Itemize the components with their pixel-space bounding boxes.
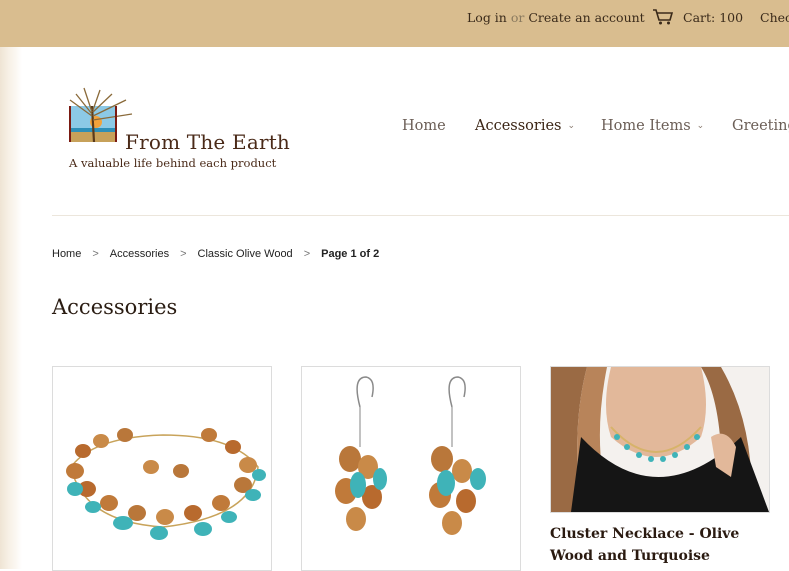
nav-item-home[interactable]: Home bbox=[402, 118, 446, 134]
breadcrumb-separator: > bbox=[92, 248, 99, 260]
or-text: or bbox=[510, 10, 525, 25]
breadcrumb-separator: > bbox=[303, 248, 311, 260]
product-card-bracelet[interactable] bbox=[52, 366, 272, 571]
breadcrumb-accessories[interactable]: Accessories bbox=[110, 248, 169, 260]
cart-icon[interactable] bbox=[652, 8, 674, 26]
top-bar: Log in or Create an account Cart: 100 Ch… bbox=[0, 0, 789, 47]
breadcrumb-page-indicator: Page 1 of 2 bbox=[321, 248, 380, 260]
breadcrumb-separator: > bbox=[180, 248, 187, 260]
cart-link[interactable]: Cart: 100 bbox=[683, 10, 743, 25]
breadcrumb: Home > Accessories > Classic Olive Wood > Page… bbox=[52, 248, 379, 260]
earrings-image[interactable] bbox=[302, 367, 520, 570]
nav-item-greeting[interactable]: Greeting bbox=[732, 118, 789, 134]
nav-item-accessories[interactable]: Accessories ⌄ bbox=[475, 118, 575, 134]
nav-item-label: Home Items bbox=[601, 118, 691, 134]
nav-item-home-items[interactable]: Home Items ⌄ bbox=[601, 118, 704, 134]
chevron-down-icon: ⌄ bbox=[567, 121, 576, 131]
chevron-down-icon: ⌄ bbox=[696, 121, 705, 131]
breadcrumb-classic-olive-wood[interactable]: Classic Olive Wood bbox=[198, 248, 293, 260]
checkout-link[interactable]: Chec bbox=[760, 10, 789, 25]
login-link[interactable]: Log in bbox=[467, 10, 507, 25]
breadcrumb-home[interactable]: Home bbox=[52, 248, 81, 260]
page-title: Accessories bbox=[52, 295, 178, 319]
product-title-necklace[interactable]: Cluster Necklace - Olive Wood and Turquo… bbox=[550, 523, 770, 567]
brand-name[interactable]: From The Earth bbox=[125, 130, 290, 154]
nav-item-label: Greeting bbox=[732, 118, 789, 134]
product-card-necklace[interactable] bbox=[550, 366, 770, 513]
nav-item-label: Home bbox=[402, 118, 446, 134]
necklace-image[interactable] bbox=[551, 367, 769, 512]
product-card-earrings[interactable] bbox=[301, 366, 521, 571]
bracelet-image[interactable] bbox=[53, 367, 271, 570]
background-texture bbox=[0, 47, 22, 569]
header-divider bbox=[52, 215, 789, 216]
create-account-link[interactable]: Create an account bbox=[528, 10, 644, 25]
brand-tagline: A valuable life behind each product bbox=[69, 156, 277, 170]
nav-item-label: Accessories bbox=[475, 118, 562, 134]
account-links: Log in or Create an account bbox=[467, 10, 645, 25]
